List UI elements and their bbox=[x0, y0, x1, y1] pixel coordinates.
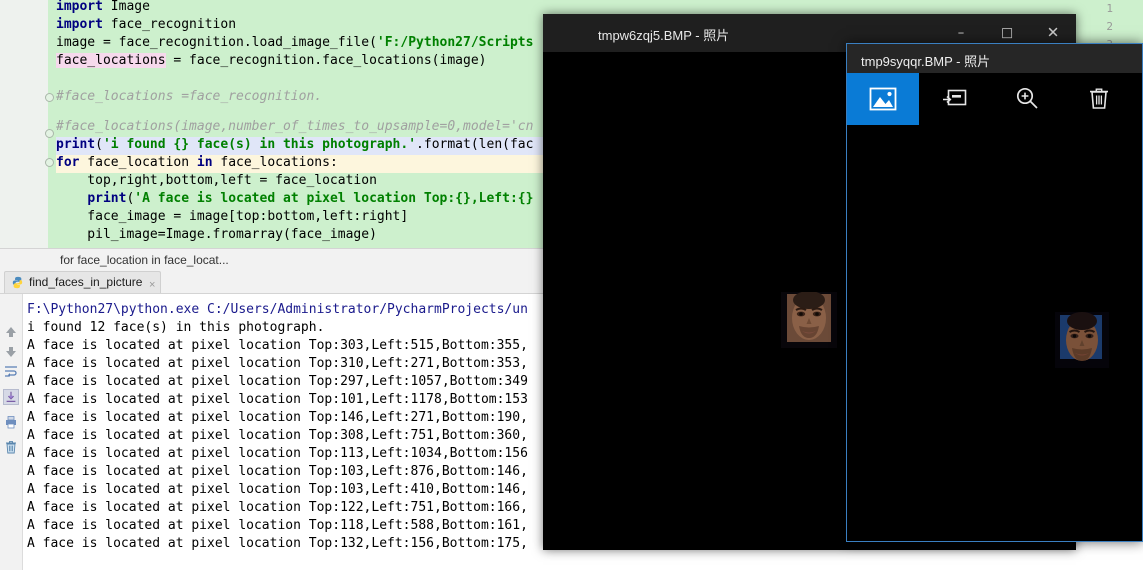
photos-window-2-canvas[interactable] bbox=[847, 127, 1142, 541]
tab-label: find_faces_in_picture bbox=[29, 275, 143, 289]
print-icon[interactable] bbox=[3, 414, 19, 430]
editor-gutter bbox=[0, 0, 48, 248]
photos-window-2-title: tmp9syqqr.BMP - 照片 bbox=[861, 54, 991, 69]
code-line-10: for face_location in face_locations: bbox=[56, 155, 338, 170]
photos-toolbar bbox=[847, 73, 1142, 127]
console-line: A face is located at pixel location Top:… bbox=[27, 500, 528, 515]
code-fold-marker[interactable] bbox=[44, 92, 54, 102]
tab-find-faces-in-picture[interactable]: find_faces_in_picture × bbox=[4, 271, 162, 294]
console-line: A face is located at pixel location Top:… bbox=[27, 374, 528, 389]
photos-window-1-title: tmpw6zqj5.BMP - 照片 bbox=[598, 28, 730, 43]
code-line-2: import face_recognition bbox=[56, 17, 237, 32]
face-thumbnail-1 bbox=[781, 292, 837, 348]
zoom-in-icon bbox=[1016, 87, 1038, 109]
trash-icon bbox=[1090, 88, 1108, 109]
face-image-1 bbox=[781, 292, 837, 348]
console-line: A face is located at pixel location Top:… bbox=[27, 536, 528, 551]
photos-window-2[interactable]: tmp9syqqr.BMP - 照片 bbox=[846, 43, 1143, 542]
slideshow-icon bbox=[943, 89, 967, 106]
face-image-2 bbox=[1055, 312, 1109, 368]
scroll-to-end-icon[interactable] bbox=[3, 389, 19, 405]
console-line: i found 12 face(s) in this photograph. bbox=[27, 320, 325, 335]
console-line: A face is located at pixel location Top:… bbox=[27, 482, 528, 497]
arrow-up-icon[interactable] bbox=[3, 324, 19, 340]
console-line: A face is located at pixel location Top:… bbox=[27, 428, 528, 443]
code-line-4: face_locations = face_recognition.face_l… bbox=[56, 53, 487, 68]
code-line-11: top,right,bottom,left = face_location bbox=[56, 173, 377, 188]
line-number: 1 bbox=[1106, 2, 1113, 15]
console-line: A face is located at pixel location Top:… bbox=[27, 518, 528, 533]
clear-all-icon[interactable] bbox=[3, 439, 19, 455]
photos-window-2-titlebar[interactable]: tmp9syqqr.BMP - 照片 bbox=[847, 44, 1142, 73]
face-thumbnail-2 bbox=[1055, 312, 1109, 368]
code-line-8: #face_locations(image,number_of_times_to… bbox=[56, 119, 534, 134]
console-line: A face is located at pixel location Top:… bbox=[27, 392, 528, 407]
code-line-3: image = face_recognition.load_image_file… bbox=[56, 35, 534, 50]
code-line-1: import Image bbox=[56, 0, 150, 14]
editor-gutter-fold-strip bbox=[48, 0, 56, 248]
console-line: A face is located at pixel location Top:… bbox=[27, 410, 528, 425]
console-toolbar bbox=[0, 294, 23, 570]
console-line: F:\Python27\python.exe C:/Users/Administ… bbox=[27, 302, 528, 317]
close-icon: ✕ bbox=[1046, 23, 1060, 42]
minimize-icon: – bbox=[957, 25, 965, 41]
python-file-icon bbox=[12, 276, 23, 289]
code-fold-marker[interactable] bbox=[44, 128, 54, 138]
toolbar-button-slideshow[interactable] bbox=[919, 73, 991, 125]
code-fold-marker[interactable] bbox=[44, 157, 54, 167]
code-line-14: pil_image=Image.fromarray(face_image) bbox=[56, 227, 377, 242]
picture-icon bbox=[869, 87, 897, 111]
toolbar-button-picture[interactable] bbox=[847, 73, 919, 125]
code-line-12: print('A face is located at pixel locati… bbox=[87, 191, 534, 206]
line-number: 2 bbox=[1106, 20, 1113, 33]
arrow-down-icon[interactable] bbox=[3, 344, 19, 360]
console-line: A face is located at pixel location Top:… bbox=[27, 464, 528, 479]
toolbar-button-zoom-in[interactable] bbox=[991, 73, 1063, 125]
code-line-9: print('i found {} face(s) in this photog… bbox=[56, 137, 534, 152]
code-line-13: face_image = image[top:bottom,left:right… bbox=[56, 209, 409, 224]
breadcrumb-label: for face_location in face_locat... bbox=[60, 253, 229, 267]
soft-wrap-icon[interactable] bbox=[3, 364, 19, 380]
code-line-6: #face_locations =face_recognition. bbox=[56, 89, 323, 104]
maximize-icon: □ bbox=[1000, 25, 1014, 41]
toolbar-button-delete[interactable] bbox=[1063, 73, 1135, 125]
console-line: A face is located at pixel location Top:… bbox=[27, 446, 528, 461]
console-line: A face is located at pixel location Top:… bbox=[27, 356, 528, 371]
console-line: A face is located at pixel location Top:… bbox=[27, 338, 528, 353]
